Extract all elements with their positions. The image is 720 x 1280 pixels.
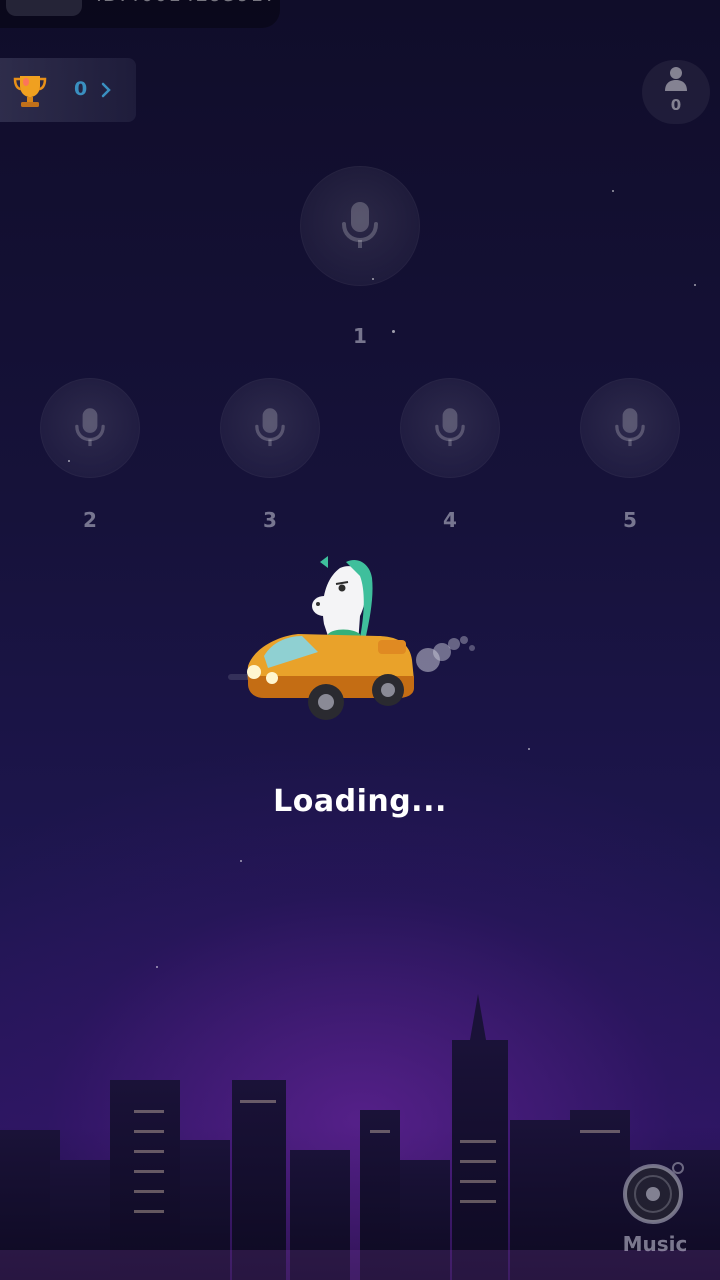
seat-3[interactable]	[220, 378, 320, 478]
seat-label-5: 5	[623, 508, 637, 532]
seat-4[interactable]	[400, 378, 500, 478]
music-button[interactable]: Music	[610, 1150, 706, 1260]
vinyl-record-icon	[623, 1162, 684, 1224]
seat-1[interactable]	[300, 166, 420, 286]
seat-label-1: 1	[353, 324, 367, 348]
microphone-icon	[435, 408, 465, 447]
audience-button[interactable]: 0	[642, 60, 710, 124]
trophy-icon	[13, 76, 47, 107]
microphone-icon	[255, 408, 285, 447]
user-info-bar: ID:40014293917	[0, 0, 280, 28]
music-label: Music	[622, 1232, 688, 1256]
audience-count: 0	[670, 96, 682, 114]
seat-label-4: 4	[443, 508, 457, 532]
person-icon	[665, 67, 687, 91]
user-id: ID:40014293917	[96, 0, 278, 6]
avatar[interactable]	[6, 0, 82, 16]
game-room-screen: ID:40014293917 0 0 1	[0, 0, 720, 1280]
chevron-right-icon	[101, 82, 111, 98]
seat-label-3: 3	[263, 508, 277, 532]
trophy-ranking-button[interactable]: 0	[0, 58, 136, 122]
trophy-count: 0	[74, 78, 88, 100]
seat-5[interactable]	[580, 378, 680, 478]
microphone-icon	[75, 408, 105, 447]
horse-car-mascot	[228, 556, 475, 720]
microphone-icon	[615, 408, 645, 447]
microphone-icon	[342, 202, 378, 248]
seat-2[interactable]	[40, 378, 140, 478]
seat-label-2: 2	[83, 508, 97, 532]
loading-text: Loading...	[273, 784, 447, 819]
